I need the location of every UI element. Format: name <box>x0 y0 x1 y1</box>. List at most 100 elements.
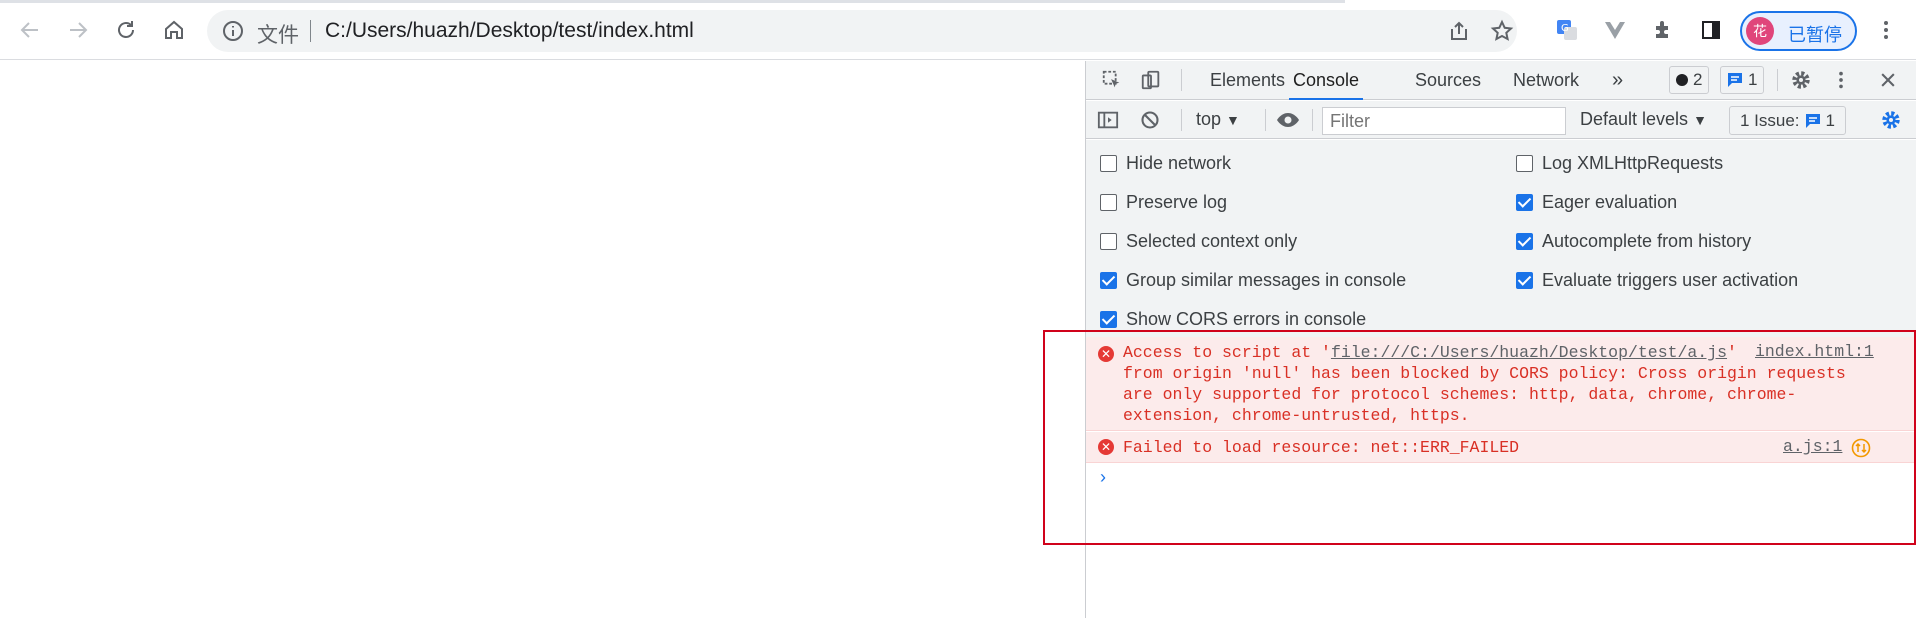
message-icon <box>1728 73 1742 87</box>
inspect-element-button[interactable] <box>1100 68 1124 92</box>
setting-evaluate-triggers[interactable]: Evaluate triggers user activation <box>1516 269 1798 291</box>
address-bar[interactable]: 文件 C:/Users/huazh/Desktop/test/index.htm… <box>207 10 1517 52</box>
device-toolbar-button[interactable] <box>1139 68 1163 92</box>
tab-elements[interactable]: Elements <box>1210 61 1285 100</box>
home-icon <box>165 20 183 39</box>
home-button[interactable] <box>156 12 192 48</box>
message-count-badge[interactable]: 1 <box>1720 66 1765 94</box>
setting-label: Eager evaluation <box>1542 191 1678 212</box>
error-icon: ✕ <box>1098 346 1114 362</box>
checkbox[interactable] <box>1516 271 1533 289</box>
clear-console-button[interactable] <box>1138 108 1162 132</box>
checkbox[interactable] <box>1100 193 1117 211</box>
setting-label: Show CORS errors in console <box>1126 308 1367 329</box>
live-expression-button[interactable] <box>1276 108 1300 132</box>
devtools-panel: Elements Console Sources Network » 2 1 t… <box>1085 61 1916 618</box>
puzzle-icon <box>1656 21 1668 38</box>
reload-button[interactable] <box>108 12 144 48</box>
setting-show-cors-errors[interactable]: Show CORS errors in console <box>1100 308 1366 330</box>
tab-network[interactable]: Network <box>1513 61 1579 100</box>
setting-autocomplete-history[interactable]: Autocomplete from history <box>1516 230 1751 252</box>
kebab-menu-icon <box>1884 21 1888 39</box>
checkbox[interactable] <box>1516 193 1533 211</box>
browser-menu-button[interactable] <box>1868 12 1904 48</box>
checkbox[interactable] <box>1516 154 1533 172</box>
profile-status-label: 已暂停 <box>1788 25 1842 45</box>
log-levels-dropdown[interactable]: Default levels ▼ <box>1580 109 1707 130</box>
error-count-badge[interactable]: 2 <box>1669 66 1710 94</box>
setting-label: Log XMLHttpRequests <box>1542 152 1724 173</box>
tab-sources[interactable]: Sources <box>1415 61 1481 100</box>
forward-button[interactable] <box>60 12 96 48</box>
page-viewport <box>0 61 1085 618</box>
back-button[interactable] <box>12 12 48 48</box>
kebab-menu-icon <box>1839 71 1843 89</box>
translate-icon: G <box>1557 20 1577 40</box>
issues-button[interactable]: 1 Issue: 1 <box>1729 106 1847 135</box>
devtools-tab-bar: Elements Console Sources Network » 2 1 <box>1086 61 1916 100</box>
console-error-message: ✕ Access to script at 'file:///C:/Users/… <box>1086 337 1916 431</box>
arrow-left-icon <box>20 22 38 38</box>
issues-label: 1 Issue: <box>1740 110 1800 130</box>
vue-extension[interactable] <box>1597 12 1633 48</box>
url-text[interactable]: C:/Users/huazh/Desktop/test/index.html <box>325 19 694 43</box>
console-toolbar: top ▼ Default levels ▼ 1 Issue: 1 <box>1086 101 1916 139</box>
checkbox[interactable] <box>1100 232 1117 250</box>
divider <box>1312 109 1313 131</box>
network-request-icon[interactable] <box>1851 438 1871 458</box>
context-value: top <box>1196 109 1222 129</box>
svg-text:G: G <box>1561 23 1569 34</box>
filter-input[interactable] <box>1322 107 1566 135</box>
extensions-button[interactable] <box>1645 12 1681 48</box>
checkbox[interactable] <box>1100 271 1117 289</box>
console-output: ✕ Access to script at 'file:///C:/Users/… <box>1086 337 1916 618</box>
close-devtools-button[interactable] <box>1876 68 1900 92</box>
setting-log-xhr[interactable]: Log XMLHttpRequests <box>1516 152 1723 174</box>
setting-eager-evaluation[interactable]: Eager evaluation <box>1516 191 1677 213</box>
message-icon <box>1805 113 1820 128</box>
divider <box>1265 109 1266 131</box>
setting-group-similar[interactable]: Group similar messages in console <box>1100 269 1406 291</box>
show-sidebar-button[interactable] <box>1096 108 1120 132</box>
checkbox[interactable] <box>1100 310 1117 328</box>
gear-icon <box>1792 71 1810 89</box>
setting-selected-context-only[interactable]: Selected context only <box>1100 230 1297 252</box>
translate-extension[interactable]: G <box>1549 12 1585 48</box>
sidebar-toggle-icon <box>1097 111 1119 129</box>
levels-value: Default levels <box>1580 109 1689 129</box>
chevron-down-icon: ▼ <box>1693 112 1707 128</box>
checkbox[interactable] <box>1100 154 1117 172</box>
context-selector[interactable]: top ▼ <box>1196 109 1240 130</box>
checkbox[interactable] <box>1516 232 1533 250</box>
script-url-link[interactable]: file:///C:/Users/huazh/Desktop/test/a.js <box>1331 343 1727 362</box>
error-dot-icon <box>1676 74 1688 86</box>
tab-console[interactable]: Console <box>1289 61 1364 100</box>
bookmark-star-icon[interactable] <box>1490 19 1514 43</box>
side-panel-button[interactable] <box>1693 12 1729 48</box>
eye-icon <box>1277 113 1299 127</box>
gear-icon <box>1882 111 1900 129</box>
share-icon[interactable] <box>1447 19 1471 43</box>
setting-label: Evaluate triggers user activation <box>1542 269 1799 290</box>
setting-preserve-log[interactable]: Preserve log <box>1100 191 1227 213</box>
devtools-settings-button[interactable] <box>1789 68 1813 92</box>
setting-label: Autocomplete from history <box>1542 230 1752 251</box>
source-link[interactable]: a.js:1 <box>1783 437 1842 456</box>
setting-hide-network[interactable]: Hide network <box>1100 152 1231 174</box>
more-tabs-button[interactable]: » <box>1612 61 1623 100</box>
divider <box>1181 69 1182 91</box>
divider <box>1181 109 1182 131</box>
close-icon <box>1881 73 1895 87</box>
chevron-down-icon: ▼ <box>1226 112 1240 128</box>
info-icon[interactable] <box>221 19 245 43</box>
source-link[interactable]: index.html:1 <box>1755 342 1874 361</box>
devtools-menu-button[interactable] <box>1829 68 1853 92</box>
console-settings-button[interactable] <box>1879 108 1903 132</box>
message-count: 1 <box>1748 70 1758 89</box>
scheme-label: 文件 <box>257 24 299 47</box>
console-error-message: ✕ Failed to load resource: net::ERR_FAIL… <box>1086 432 1916 463</box>
vue-icon <box>1605 22 1625 39</box>
reload-icon <box>118 21 134 38</box>
profile-button[interactable]: 花 已暂停 <box>1740 11 1857 51</box>
console-prompt-icon[interactable]: › <box>1100 467 1106 488</box>
